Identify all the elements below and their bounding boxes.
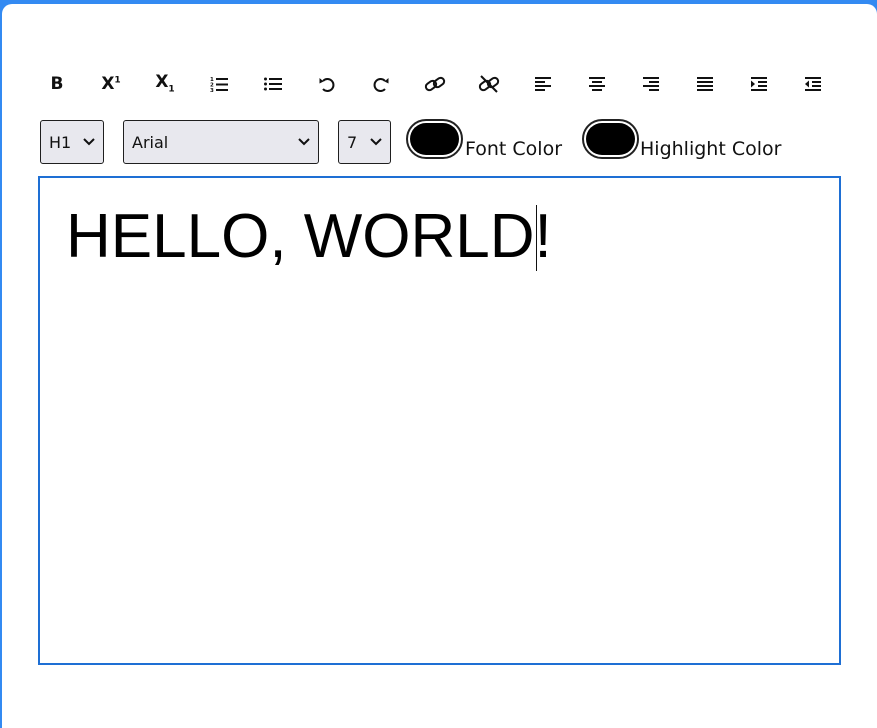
- text-editor-area[interactable]: HELLO, WORLD!: [38, 176, 841, 665]
- justify-button[interactable]: [678, 66, 732, 102]
- subscript-button[interactable]: X1: [138, 66, 192, 102]
- align-left-button[interactable]: [516, 66, 570, 102]
- bold-button[interactable]: B: [30, 66, 84, 102]
- bold-icon: B: [50, 73, 64, 94]
- font-family-select-value: Arial: [132, 132, 169, 152]
- align-center-button[interactable]: [570, 66, 624, 102]
- font-family-select[interactable]: Arial: [123, 120, 319, 164]
- align-left-icon: [535, 77, 551, 91]
- undo-icon: [319, 78, 335, 92]
- font-size-select-value: 7: [347, 132, 358, 152]
- heading-select-value: H1: [49, 132, 72, 152]
- highlight-color-swatch: [586, 123, 635, 155]
- chevron-down-icon: [298, 138, 310, 146]
- superscript-button[interactable]: X1: [84, 66, 138, 102]
- link-button[interactable]: [408, 66, 462, 102]
- text-caret: [536, 205, 537, 271]
- font-color-swatch: [410, 123, 459, 155]
- unordered-list-button[interactable]: [246, 66, 300, 102]
- redo-button[interactable]: [354, 66, 408, 102]
- unlink-button[interactable]: [462, 66, 516, 102]
- subscript-icon: X1: [155, 71, 175, 95]
- editor-content: HELLO, WORLD!: [66, 202, 552, 271]
- ordered-list-button[interactable]: 1 2 3: [192, 66, 246, 102]
- align-right-icon: [643, 77, 659, 91]
- outdent-icon: [805, 77, 821, 91]
- justify-icon: [697, 77, 713, 91]
- superscript-icon: X1: [101, 73, 121, 94]
- unordered-list-icon: [264, 77, 282, 91]
- align-center-icon: [589, 77, 605, 91]
- chevron-down-icon: [370, 138, 382, 146]
- indent-button[interactable]: [732, 66, 786, 102]
- unlink-icon: [478, 75, 500, 93]
- font-color-picker[interactable]: [406, 119, 463, 159]
- undo-button[interactable]: [300, 66, 354, 102]
- outdent-button[interactable]: [786, 66, 840, 102]
- font-size-select[interactable]: 7: [338, 120, 391, 164]
- redo-icon: [373, 78, 389, 92]
- formatting-toolbar: B X1 X1 1 2 3: [30, 66, 840, 102]
- align-right-button[interactable]: [624, 66, 678, 102]
- indent-icon: [751, 77, 767, 91]
- ordered-list-icon: 1 2 3: [210, 77, 228, 92]
- highlight-color-label: Highlight Color: [640, 138, 782, 160]
- svg-text:3: 3: [210, 88, 214, 92]
- heading-select[interactable]: H1: [40, 120, 104, 164]
- chevron-down-icon: [83, 138, 95, 146]
- font-color-label: Font Color: [465, 138, 563, 160]
- link-icon: [424, 76, 446, 92]
- highlight-color-picker[interactable]: [582, 119, 639, 159]
